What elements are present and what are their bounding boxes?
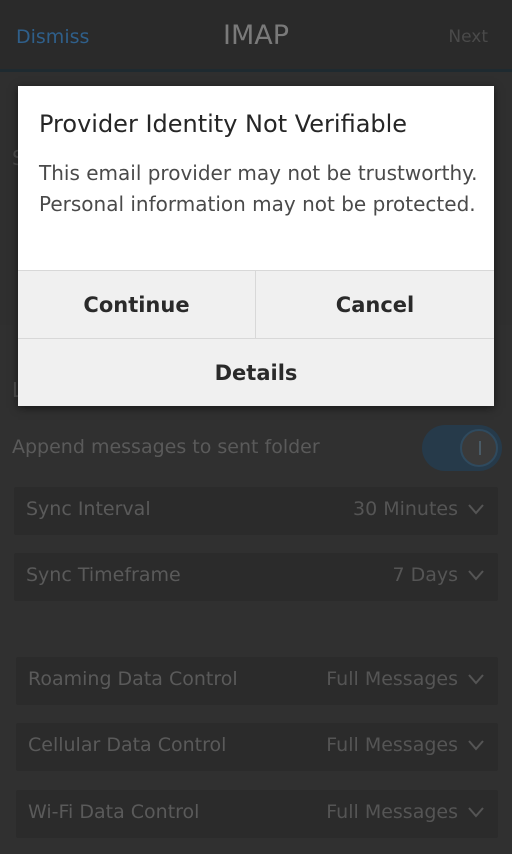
- provider-warning-dialog: Provider Identity Not Verifiable This em…: [18, 86, 494, 406]
- details-button[interactable]: Details: [18, 338, 494, 406]
- modal-overlay: Provider Identity Not Verifiable This em…: [0, 0, 512, 854]
- app-screen: Dismiss IMAP Next S L Append messages to…: [0, 0, 512, 854]
- continue-button[interactable]: Continue: [18, 270, 256, 338]
- dialog-title: Provider Identity Not Verifiable: [39, 110, 408, 138]
- dialog-message: This email provider may not be trustwort…: [39, 161, 478, 216]
- cancel-button[interactable]: Cancel: [256, 270, 494, 338]
